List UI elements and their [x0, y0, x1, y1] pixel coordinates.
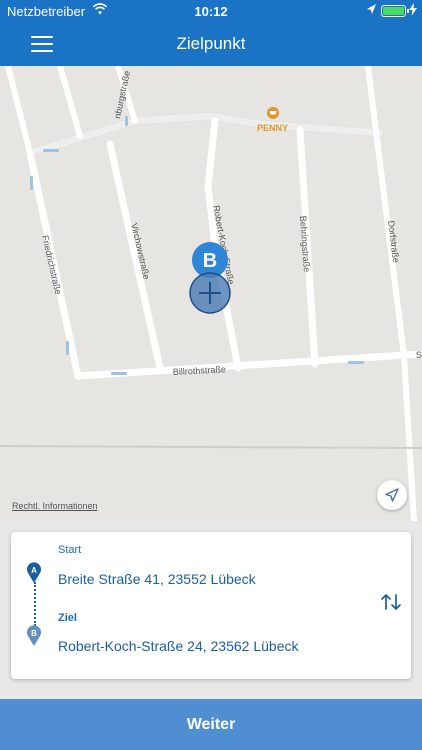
street-label: Friedrichstraße: [40, 234, 63, 295]
destination-label: Ziel: [58, 612, 77, 624]
start-address[interactable]: Breite Straße 41, 23552 Lübeck: [58, 571, 256, 587]
poi-label-penny: PENNY: [257, 123, 288, 133]
street-label: Billrothstraße: [173, 364, 226, 377]
map-canvas[interactable]: nburgstraße Friedrichstraße Virchowstraß…: [0, 66, 422, 521]
destination-marker-icon: B: [27, 625, 41, 646]
svg-text:B: B: [31, 629, 37, 638]
top-bar: Netzbetreiber 10:12 Zielpunkt: [0, 0, 422, 66]
legal-info-link[interactable]: Rechtl. Informationen: [12, 501, 98, 511]
street-label: S: [416, 350, 422, 360]
street-label: Behringstraße: [298, 215, 312, 272]
destination-address[interactable]: Robert-Koch-Straße 24, 23562 Lübeck: [58, 638, 298, 654]
start-label: Start: [58, 544, 82, 556]
route-connector: [34, 582, 36, 626]
nav-bar: Zielpunkt: [0, 22, 422, 66]
page-title: Zielpunkt: [176, 34, 246, 53]
svg-text:A: A: [31, 566, 37, 575]
continue-button[interactable]: Weiter: [0, 699, 422, 750]
location-arrow-icon: [385, 488, 399, 502]
charging-bolt-icon: [409, 3, 417, 16]
battery-icon: [381, 5, 409, 17]
pin-letter: B: [203, 250, 217, 272]
location-arrow-icon: [367, 4, 376, 14]
route-card: Start A Breite Straße 41, 23552 Lübeck Z…: [11, 532, 411, 679]
start-marker-icon: A: [27, 562, 41, 583]
shopping-cart-icon[interactable]: [267, 107, 279, 119]
map-view[interactable]: nburgstraße Friedrichstraße Virchowstraß…: [0, 66, 422, 521]
crosshair-icon[interactable]: [189, 272, 231, 314]
status-time: 10:12: [194, 4, 228, 19]
locate-me-button[interactable]: [377, 480, 407, 510]
status-bar: Netzbetreiber 10:12: [0, 0, 422, 22]
swap-arrows-icon[interactable]: [380, 592, 402, 612]
